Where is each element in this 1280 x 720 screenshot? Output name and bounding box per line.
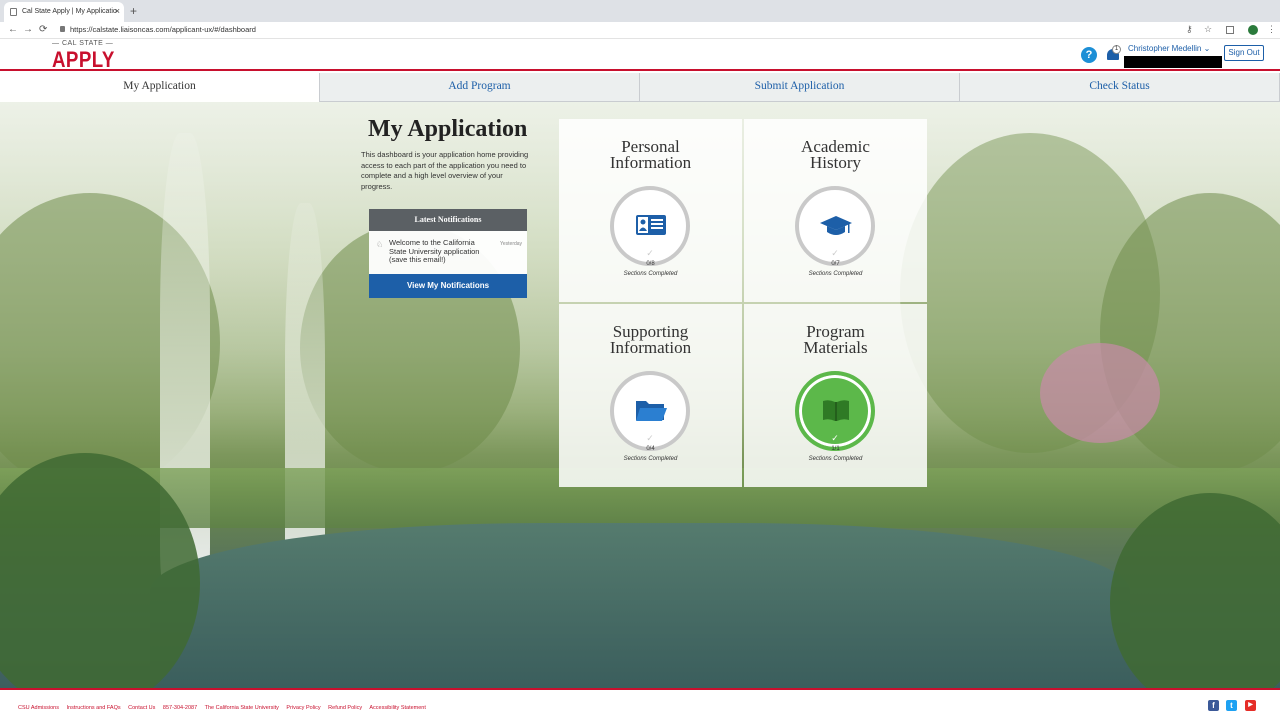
check-icon: ✓ bbox=[831, 433, 839, 443]
site-footer: CSU Admissions Instructions and FAQs Con… bbox=[0, 688, 1280, 720]
sections-completed-label: Sections Completed bbox=[623, 456, 678, 462]
tab-my-application[interactable]: My Application bbox=[0, 73, 320, 102]
key-icon[interactable]: ⚷ bbox=[1186, 24, 1193, 35]
facebook-icon[interactable]: f bbox=[1208, 700, 1219, 711]
browser-tab[interactable]: Cal State Apply | My Applicatio × bbox=[4, 2, 124, 22]
forward-icon[interactable]: → bbox=[23, 24, 33, 35]
sections-count: 0/7 bbox=[831, 261, 840, 267]
extension-icon[interactable] bbox=[1226, 26, 1234, 34]
check-icon: ✓ bbox=[646, 248, 654, 258]
sign-out-button[interactable]: Sign Out bbox=[1224, 45, 1264, 61]
section-title: Academic History bbox=[801, 137, 870, 172]
url-field[interactable]: https://calstate.liaisoncas.com/applican… bbox=[70, 25, 256, 34]
sections-completed-label: Sections Completed bbox=[808, 271, 863, 277]
sections-completed-label: Sections Completed bbox=[808, 456, 863, 462]
progress-ring: ✓ bbox=[795, 186, 875, 266]
check-icon: ✓ bbox=[646, 433, 654, 443]
footer-links: CSU Admissions Instructions and FAQs Con… bbox=[18, 705, 432, 711]
application-nav-tabs: My Application Add Program Submit Applic… bbox=[0, 73, 1280, 102]
sections-count: 0/8 bbox=[646, 261, 655, 267]
bookmark-star-icon[interactable]: ☆ bbox=[1204, 24, 1212, 35]
notification-bell-icon[interactable]: 1 bbox=[1106, 45, 1121, 63]
youtube-icon[interactable]: ▶ bbox=[1245, 700, 1256, 711]
notification-bell-small-icon: ♘ bbox=[376, 240, 384, 249]
view-notifications-button[interactable]: View My Notifications bbox=[369, 274, 527, 298]
sections-count: 1/1 bbox=[831, 446, 840, 452]
notifications-header: Latest Notifications bbox=[369, 209, 527, 231]
profile-avatar[interactable] bbox=[1248, 25, 1258, 35]
logo-cal-state-text: — CAL STATE — bbox=[52, 40, 114, 47]
notification-item[interactable]: ♘ Welcome to the California State Univer… bbox=[369, 231, 527, 273]
tab-add-program[interactable]: Add Program bbox=[320, 73, 640, 102]
section-card-program-materials[interactable]: Program Materials ✓ 1/1 Sections Complete… bbox=[744, 304, 927, 487]
footer-link-csu-admissions[interactable]: CSU Admissions bbox=[18, 705, 59, 711]
new-tab-icon[interactable]: + bbox=[130, 4, 137, 18]
footer-link-accessibility[interactable]: Accessibility Statement bbox=[369, 705, 426, 711]
browser-tab-title: Cal State Apply | My Applicatio bbox=[22, 8, 117, 15]
help-icon[interactable]: ? bbox=[1081, 47, 1097, 63]
logo-apply-text: APPLY bbox=[52, 47, 115, 72]
page-title: My Application bbox=[368, 116, 528, 142]
section-title: Program Materials bbox=[803, 322, 868, 357]
lock-icon bbox=[60, 26, 65, 32]
sections-count: 0/4 bbox=[646, 446, 655, 452]
notification-text: Welcome to the California State Universi… bbox=[389, 238, 480, 264]
redacted-box bbox=[1124, 56, 1222, 68]
check-icon: ✓ bbox=[831, 248, 839, 258]
user-menu[interactable]: Christopher Medellin ⌄ bbox=[1128, 44, 1210, 53]
browser-menu-icon[interactable]: ⋮ bbox=[1267, 24, 1276, 35]
browser-tabstrip: Cal State Apply | My Applicatio × + bbox=[0, 0, 1280, 22]
notification-count-badge: 1 bbox=[1112, 45, 1121, 54]
site-header: — CAL STATE — APPLY ? 1 Christopher Mede… bbox=[0, 39, 1280, 72]
twitter-icon[interactable]: t bbox=[1226, 700, 1237, 711]
reload-icon[interactable]: ⟳ bbox=[39, 24, 47, 35]
section-card-personal-information[interactable]: Personal Information ✓ 0/8 Sections Compl… bbox=[559, 119, 742, 302]
tab-check-status[interactable]: Check Status bbox=[960, 73, 1280, 102]
address-bar: ← → ⟳ https://calstate.liaisoncas.com/ap… bbox=[0, 22, 1280, 39]
page-favicon-icon bbox=[10, 8, 17, 16]
graduation-cap-icon bbox=[819, 208, 853, 242]
application-sections-grid: Personal Information ✓ 0/8 Sections Compl… bbox=[559, 119, 927, 487]
section-card-academic-history[interactable]: Academic History ✓ 0/7 Sections Completed bbox=[744, 119, 927, 302]
folder-icon bbox=[634, 393, 668, 427]
progress-ring: ✓ bbox=[610, 371, 690, 451]
progress-ring-complete: ✓ bbox=[795, 371, 875, 451]
back-icon[interactable]: ← bbox=[8, 24, 18, 35]
id-card-icon bbox=[634, 208, 668, 242]
footer-link-refund-policy[interactable]: Refund Policy bbox=[328, 705, 362, 711]
footer-link-phone[interactable]: 857-304-2087 bbox=[163, 705, 197, 711]
progress-ring: ✓ bbox=[610, 186, 690, 266]
page-description: This dashboard is your application home … bbox=[361, 150, 529, 191]
sections-completed-label: Sections Completed bbox=[623, 271, 678, 277]
notification-date: Yesterday bbox=[500, 241, 523, 247]
close-tab-icon[interactable]: × bbox=[115, 6, 120, 16]
section-title: Personal Information bbox=[609, 137, 692, 172]
section-card-supporting-information[interactable]: Supporting Information ✓ 0/4 Sections Com… bbox=[559, 304, 742, 487]
footer-link-csu[interactable]: The California State University bbox=[205, 705, 279, 711]
book-icon bbox=[819, 393, 853, 427]
footer-link-contact-us[interactable]: Contact Us bbox=[128, 705, 155, 711]
notifications-panel: Latest Notifications ♘ Welcome to the Ca… bbox=[369, 209, 527, 298]
footer-link-instructions-faqs[interactable]: Instructions and FAQs bbox=[67, 705, 121, 711]
tab-submit-application[interactable]: Submit Application bbox=[640, 73, 960, 102]
footer-link-privacy-policy[interactable]: Privacy Policy bbox=[286, 705, 320, 711]
section-title: Supporting Information bbox=[609, 322, 692, 357]
